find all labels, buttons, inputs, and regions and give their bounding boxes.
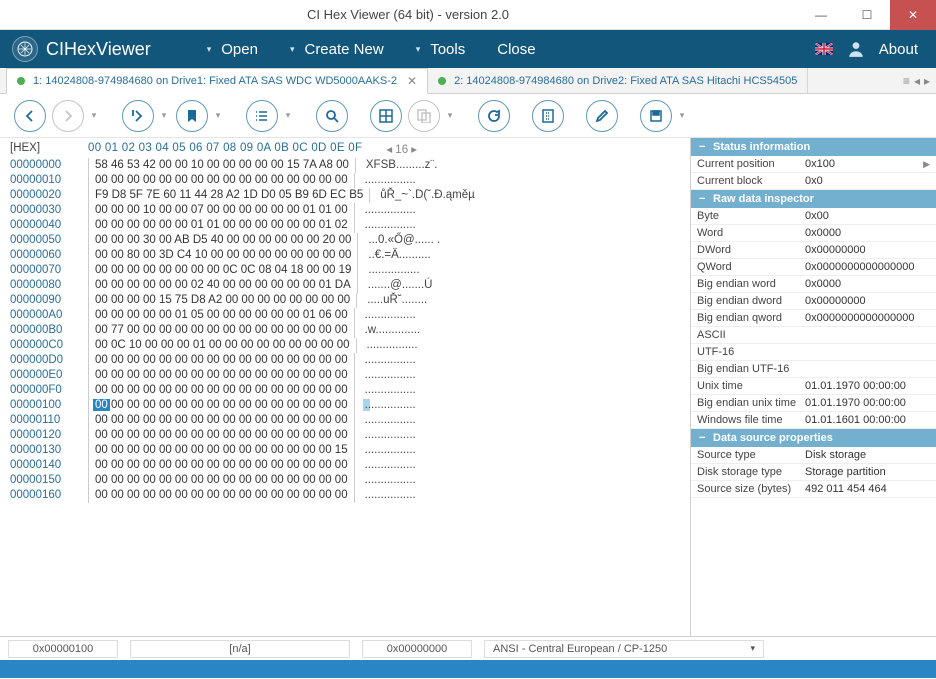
side-row: Windows file time01.01.1601 00:00:00: [691, 412, 936, 429]
goto-button[interactable]: [122, 100, 154, 132]
hex-row[interactable]: 0000003000 00 00 10 00 00 07 00 00 00 00…: [10, 203, 690, 218]
side-row: QWord0x0000000000000000: [691, 259, 936, 276]
tab-controls[interactable]: ≡◂▸: [897, 68, 936, 93]
bookmark-button[interactable]: [176, 100, 208, 132]
toolbar: ▾ ▾ ▾ ▾ ▾ ▾: [0, 94, 936, 138]
side-panel: −Status information Current position0x10…: [690, 138, 936, 636]
tab-drive2[interactable]: 2: 14024808-974984680 on Drive2: Fixed A…: [428, 68, 808, 93]
section-inspector[interactable]: −Raw data inspector: [691, 190, 936, 208]
tab-close-icon[interactable]: ✕: [407, 74, 417, 88]
encoding-select[interactable]: ANSI - Central European / CP-1250▾: [484, 640, 764, 658]
side-row: Big endian dword0x00000000: [691, 293, 936, 310]
maximize-button[interactable]: ☐: [844, 0, 890, 30]
hex-row[interactable]: 0000013000 00 00 00 00 00 00 00 00 00 00…: [10, 443, 690, 458]
side-row: Big endian UTF-16: [691, 361, 936, 378]
side-row: Word0x0000: [691, 225, 936, 242]
status-bar: 0x00000100 [n/a] 0x00000000 ANSI - Centr…: [0, 636, 936, 660]
tab-label: 2: 14024808-974984680 on Drive2: Fixed A…: [454, 75, 797, 87]
status-dot-icon: [17, 77, 25, 85]
search-button[interactable]: [316, 100, 348, 132]
side-row: Big endian unix time01.01.1970 00:00:00: [691, 395, 936, 412]
hex-row[interactable]: 0000001000 00 00 00 00 00 00 00 00 00 00…: [10, 173, 690, 188]
minimize-button[interactable]: —: [798, 0, 844, 30]
forward-button[interactable]: [52, 100, 84, 132]
section-props[interactable]: −Data source properties: [691, 429, 936, 447]
side-row: Big endian word0x0000: [691, 276, 936, 293]
status-offset: 0x00000000: [362, 640, 472, 658]
side-row: Source typeDisk storage: [691, 447, 936, 464]
menu-close[interactable]: Close: [481, 30, 551, 68]
tab-label: 1: 14024808-974984680 on Drive1: Fixed A…: [33, 75, 397, 87]
hex-row[interactable]: 000000B000 77 00 00 00 00 00 00 00 00 00…: [10, 323, 690, 338]
status-selection: [n/a]: [130, 640, 350, 658]
nav-dropdown-icon[interactable]: ▾: [88, 110, 100, 121]
page-button[interactable]: [532, 100, 564, 132]
title-bar: CI Hex Viewer (64 bit) - version 2.0 — ☐…: [0, 0, 936, 30]
side-row: Source size (bytes)492 011 454 464: [691, 481, 936, 498]
hex-row[interactable]: 000000A000 00 00 00 00 01 05 00 00 00 00…: [10, 308, 690, 323]
hex-row[interactable]: 0000015000 00 00 00 00 00 00 00 00 00 00…: [10, 473, 690, 488]
language-flag-icon[interactable]: [815, 43, 833, 55]
side-row: UTF-16: [691, 344, 936, 361]
tab-bar: 1: 14024808-974984680 on Drive1: Fixed A…: [0, 68, 936, 94]
menu-create-new[interactable]: ▾Create New: [274, 30, 400, 68]
hex-row[interactable]: 0000006000 00 80 00 3D C4 10 00 00 00 00…: [10, 248, 690, 263]
side-row: Byte0x00: [691, 208, 936, 225]
hex-row[interactable]: 0000005000 00 00 30 00 AB D5 40 00 00 00…: [10, 233, 690, 248]
hex-row[interactable]: 0000012000 00 00 00 00 00 00 00 00 00 00…: [10, 428, 690, 443]
side-row: DWord0x00000000: [691, 242, 936, 259]
bookmark-dropdown-icon[interactable]: ▾: [212, 110, 224, 121]
hex-header: [HEX] 00 01 02 03 04 05 06 07 08 09 0A 0…: [10, 140, 690, 158]
side-row: Current position0x100▶: [691, 156, 936, 173]
grid-button[interactable]: [370, 100, 402, 132]
hex-view[interactable]: [HEX] 00 01 02 03 04 05 06 07 08 09 0A 0…: [0, 138, 690, 636]
hex-row[interactable]: 0000000058 46 53 42 00 00 10 00 00 00 00…: [10, 158, 690, 173]
hex-row[interactable]: 00000020F9 D8 5F 7E 60 11 44 28 A2 1D D0…: [10, 188, 690, 203]
menu-bar: CIHexViewer ▾Open ▾Create New ▾Tools Clo…: [0, 30, 936, 68]
copy-dropdown-icon[interactable]: ▾: [444, 110, 456, 121]
menu-about[interactable]: About: [879, 41, 918, 58]
hex-row[interactable]: 0000009000 00 00 00 15 75 D8 A2 00 00 00…: [10, 293, 690, 308]
back-button[interactable]: [14, 100, 46, 132]
hex-row[interactable]: 0000008000 00 00 00 00 00 02 40 00 00 00…: [10, 278, 690, 293]
hex-row[interactable]: 000000C000 0C 10 00 00 00 01 00 00 00 00…: [10, 338, 690, 353]
section-status[interactable]: −Status information: [691, 138, 936, 156]
app-name: CIHexViewer: [46, 39, 151, 60]
window-title: CI Hex Viewer (64 bit) - version 2.0: [18, 7, 798, 22]
hex-row[interactable]: 0000016000 00 00 00 00 00 00 00 00 00 00…: [10, 488, 690, 503]
hex-row[interactable]: 0000011000 00 00 00 00 00 00 00 00 00 00…: [10, 413, 690, 428]
side-row: Unix time01.01.1970 00:00:00: [691, 378, 936, 395]
hex-row[interactable]: 000000E000 00 00 00 00 00 00 00 00 00 00…: [10, 368, 690, 383]
app-logo-icon: [12, 36, 38, 62]
copy-button[interactable]: [408, 100, 440, 132]
hex-row[interactable]: 0000010000 00 00 00 00 00 00 00 00 00 00…: [10, 398, 690, 413]
side-row: Big endian qword0x0000000000000000: [691, 310, 936, 327]
hex-row[interactable]: 0000014000 00 00 00 00 00 00 00 00 00 00…: [10, 458, 690, 473]
close-button[interactable]: ✕: [890, 0, 936, 30]
user-icon[interactable]: [847, 40, 865, 58]
goto-dropdown-icon[interactable]: ▾: [158, 110, 170, 121]
save-dropdown-icon[interactable]: ▾: [676, 110, 688, 121]
hex-row[interactable]: 000000D000 00 00 00 00 00 00 00 00 00 00…: [10, 353, 690, 368]
side-row: Disk storage typeStorage partition: [691, 464, 936, 481]
edit-button[interactable]: [586, 100, 618, 132]
refresh-button[interactable]: [478, 100, 510, 132]
save-button[interactable]: [640, 100, 672, 132]
list-dropdown-icon[interactable]: ▾: [282, 110, 294, 121]
hex-row[interactable]: 0000004000 00 00 00 00 00 01 01 00 00 00…: [10, 218, 690, 233]
status-position: 0x00000100: [8, 640, 118, 658]
bottom-accent-bar: [0, 660, 936, 678]
menu-tools[interactable]: ▾Tools: [400, 30, 482, 68]
side-row: Current block0x0: [691, 173, 936, 190]
list-button[interactable]: [246, 100, 278, 132]
hex-row[interactable]: 0000007000 00 00 00 00 00 00 00 0C 0C 08…: [10, 263, 690, 278]
status-dot-icon: [438, 77, 446, 85]
side-row: ASCII: [691, 327, 936, 344]
hex-row[interactable]: 000000F000 00 00 00 00 00 00 00 00 00 00…: [10, 383, 690, 398]
tab-drive1[interactable]: 1: 14024808-974984680 on Drive1: Fixed A…: [6, 68, 428, 94]
menu-open[interactable]: ▾Open: [191, 30, 274, 68]
